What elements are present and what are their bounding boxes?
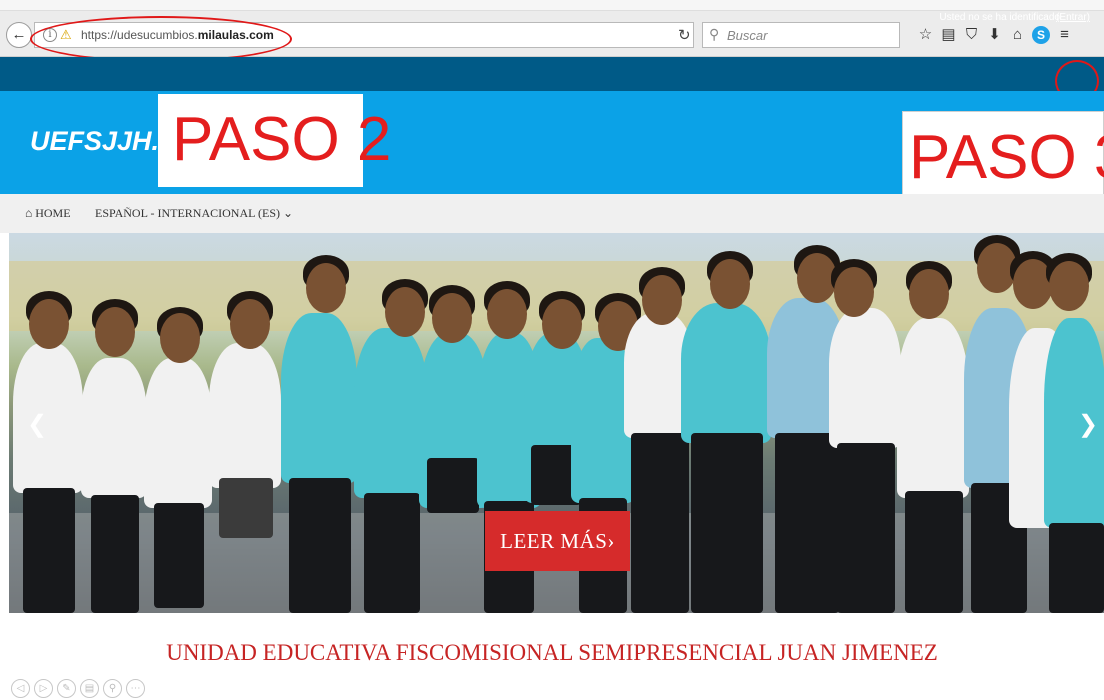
pocket-icon[interactable]: ⛉ xyxy=(960,24,983,46)
next-page-icon[interactable]: ▷ xyxy=(34,679,53,698)
photo-person xyxy=(13,343,83,493)
photo-person xyxy=(364,493,420,613)
bookmark-star-icon[interactable]: ☆ xyxy=(914,24,937,46)
photo-person xyxy=(1049,523,1104,613)
photo-person xyxy=(631,433,689,613)
reload-icon[interactable]: ↻ xyxy=(678,26,691,44)
photo-person xyxy=(209,343,281,488)
photo-person xyxy=(829,308,901,448)
photo-person xyxy=(230,299,270,349)
zoom-icon[interactable]: ⚲ xyxy=(103,679,122,698)
photo-person xyxy=(542,299,582,349)
slider-prev-icon[interactable]: ❮ xyxy=(27,410,47,439)
photo-person xyxy=(834,267,874,317)
annotation-url-ellipse xyxy=(30,16,292,62)
page-title: UNIDAD EDUCATIVA FISCOMISIONAL SEMIPRESE… xyxy=(166,640,938,665)
photo-person xyxy=(905,491,963,613)
download-icon[interactable]: ⬇ xyxy=(983,24,1006,46)
nav-home[interactable]: ⌂ HOME xyxy=(25,206,71,221)
search-icon: ⚲ xyxy=(709,26,720,42)
site-logo[interactable]: UEFSJJH. xyxy=(30,126,159,157)
more-icon[interactable]: ⋯ xyxy=(126,679,145,698)
back-icon[interactable]: ← xyxy=(6,22,32,48)
photo-person xyxy=(837,443,895,613)
photo-person xyxy=(642,275,682,325)
prev-page-icon[interactable]: ◁ xyxy=(11,679,30,698)
photo-person xyxy=(306,263,346,313)
photo-person xyxy=(909,269,949,319)
photo-person xyxy=(23,488,75,613)
photo-person xyxy=(385,287,425,337)
search-input[interactable]: ⚲ Buscar xyxy=(702,22,900,48)
skype-icon[interactable]: S xyxy=(1032,26,1050,44)
photo-person xyxy=(281,313,357,483)
home-nav-icon: ⌂ xyxy=(25,206,36,220)
tab-strip xyxy=(0,0,1104,11)
photo-person xyxy=(487,289,527,339)
photo-person xyxy=(95,307,135,357)
photo-person xyxy=(897,318,969,498)
photo-person xyxy=(775,433,839,613)
photo-person xyxy=(289,478,351,613)
photo-person xyxy=(81,358,147,498)
photo-person xyxy=(1049,261,1089,311)
login-status: Usted no se ha identificado xyxy=(939,12,1060,23)
language-menu[interactable]: ESPAÑOL - INTERNACIONAL (ES) ⌄ xyxy=(95,206,293,221)
annotation-step2: PASO 2 xyxy=(172,105,392,174)
clipboard-icon[interactable]: ▤ xyxy=(937,24,960,46)
photo-person xyxy=(154,503,204,608)
photo-person xyxy=(710,259,750,309)
nav-home-label: HOME xyxy=(35,206,71,220)
photo-person xyxy=(354,328,428,498)
photo-person xyxy=(29,299,69,349)
photo-person xyxy=(691,433,763,613)
browser-toolbar-icons: ☆ ▤ ⛉ ⬇ ⌂ S ≡ xyxy=(914,24,1076,46)
read-more-button[interactable]: LEER MÁS› xyxy=(485,511,630,571)
login-link[interactable]: (Entrar) xyxy=(1056,12,1090,23)
photo-person xyxy=(432,293,472,343)
chevron-down-icon: ⌄ xyxy=(280,206,294,220)
photo-person xyxy=(427,458,479,513)
photo-person xyxy=(681,303,771,443)
photo-person xyxy=(91,495,139,613)
home-icon[interactable]: ⌂ xyxy=(1006,24,1029,46)
photo-person xyxy=(160,313,200,363)
slider-next-icon[interactable]: ❯ xyxy=(1078,410,1098,439)
photo-person xyxy=(144,358,212,508)
site-top-bar xyxy=(0,57,1104,91)
pdf-viewer-controls: ◁ ▷ ✎ ▤ ⚲ ⋯ xyxy=(11,679,145,698)
pen-icon[interactable]: ✎ xyxy=(57,679,76,698)
language-label: ESPAÑOL - INTERNACIONAL (ES) xyxy=(95,206,280,220)
photo-person xyxy=(219,478,273,538)
annotation-step3: PASO 3 xyxy=(909,123,1104,192)
menu-icon[interactable]: ≡ xyxy=(1053,24,1076,46)
search-placeholder: Buscar xyxy=(727,28,768,43)
copy-icon[interactable]: ▤ xyxy=(80,679,99,698)
